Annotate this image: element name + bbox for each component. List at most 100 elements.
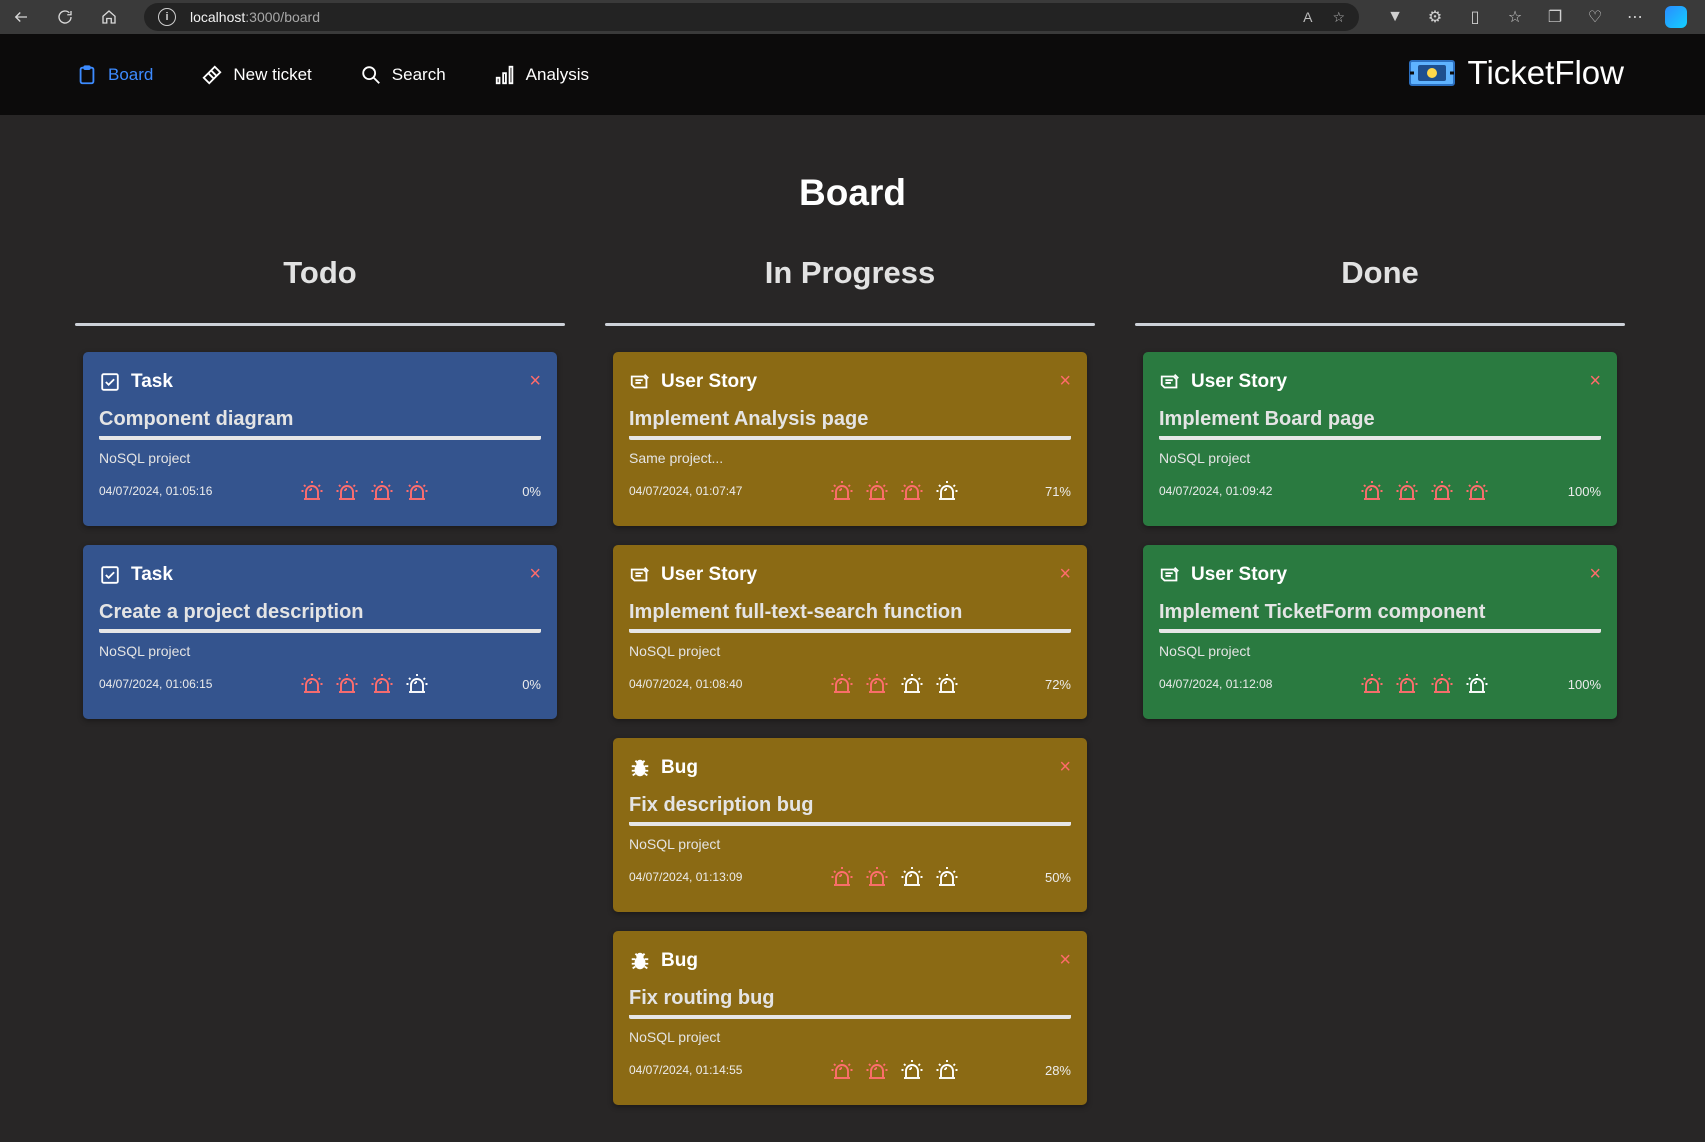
ticket-footer: 04/07/2024, 01:14:55 28% bbox=[629, 1057, 1071, 1083]
priority-siren-icon bbox=[934, 864, 960, 890]
nav-board-label: Board bbox=[108, 64, 154, 84]
delete-ticket-button[interactable]: × bbox=[1059, 563, 1071, 585]
nav-search-label: Search bbox=[391, 64, 446, 84]
priority-siren-icon bbox=[1359, 671, 1385, 697]
ticket-progress: 28% bbox=[1044, 1062, 1071, 1078]
ticket-card[interactable]: Bug × Fix routing bug NoSQL project 04/0… bbox=[613, 931, 1087, 1105]
ticket-card[interactable]: User Story × Implement full-text-search … bbox=[613, 545, 1087, 719]
ticket-card[interactable]: Bug × Fix description bug NoSQL project … bbox=[613, 738, 1087, 912]
vpn-icon[interactable]: ▼ bbox=[1385, 8, 1405, 26]
priority-siren-icon bbox=[404, 478, 430, 504]
priority-indicator bbox=[829, 1057, 960, 1083]
read-aloud-icon[interactable]: A bbox=[1303, 9, 1312, 26]
page-title: Board bbox=[799, 172, 906, 213]
ticket-progress: 71% bbox=[1044, 483, 1071, 499]
ticket-title[interactable]: Implement full-text-search function bbox=[629, 601, 1071, 633]
delete-ticket-button[interactable]: × bbox=[529, 370, 541, 392]
priority-siren-icon bbox=[829, 478, 855, 504]
site-info-icon[interactable]: i bbox=[158, 8, 176, 26]
address-bar[interactable]: i localhost:3000/board A ☆ bbox=[144, 3, 1359, 31]
ticket-description: NoSQL project bbox=[1159, 450, 1251, 466]
ticket-progress: 0% bbox=[522, 676, 541, 692]
nav-analysis[interactable]: Analysis bbox=[494, 64, 589, 86]
url-host: localhost bbox=[190, 9, 246, 25]
delete-ticket-button[interactable]: × bbox=[1059, 370, 1071, 392]
priority-siren-icon bbox=[899, 1057, 925, 1083]
ticket-date: 04/07/2024, 01:07:47 bbox=[629, 484, 743, 498]
priority-indicator bbox=[829, 864, 960, 890]
priority-siren-icon bbox=[864, 864, 890, 890]
priority-siren-icon bbox=[299, 478, 325, 504]
ticket-progress: 100% bbox=[1567, 483, 1601, 499]
delete-ticket-button[interactable]: × bbox=[529, 563, 541, 585]
ticket-date: 04/07/2024, 01:09:42 bbox=[1159, 484, 1273, 498]
ticket-progress: 0% bbox=[522, 483, 541, 499]
browser-essentials-icon[interactable]: ♡ bbox=[1585, 7, 1605, 27]
user-story-icon bbox=[629, 371, 651, 393]
ticket-progress: 100% bbox=[1567, 676, 1601, 692]
ticket-type-label: Bug bbox=[661, 950, 698, 971]
priority-siren-icon bbox=[899, 671, 925, 697]
app-navbar: Board New ticket Search Analysis TicketF… bbox=[0, 34, 1705, 115]
ticket-date: 04/07/2024, 01:14:55 bbox=[629, 1063, 743, 1077]
favorite-star-icon[interactable]: ☆ bbox=[1332, 9, 1345, 26]
ticket-card[interactable]: Task × Create a project description NoSQ… bbox=[83, 545, 557, 719]
priority-siren-icon bbox=[829, 1057, 855, 1083]
delete-ticket-button[interactable]: × bbox=[1059, 756, 1071, 778]
ticket-title[interactable]: Implement Analysis page bbox=[629, 408, 1071, 440]
favorites-icon[interactable]: ☆ bbox=[1505, 7, 1525, 27]
ticket-progress: 72% bbox=[1044, 676, 1071, 692]
home-icon[interactable] bbox=[96, 4, 122, 30]
ticket-footer: 04/07/2024, 01:09:42 100% bbox=[1159, 478, 1601, 504]
refresh-icon[interactable] bbox=[52, 4, 78, 30]
bug-icon bbox=[629, 950, 651, 972]
search-icon bbox=[362, 65, 380, 84]
ticket-description: NoSQL project bbox=[629, 1029, 721, 1045]
bug-icon bbox=[629, 757, 651, 779]
ticket-title[interactable]: Fix routing bug bbox=[629, 987, 1071, 1019]
delete-ticket-button[interactable]: × bbox=[1589, 563, 1601, 585]
ticket-card[interactable]: User Story × Implement TicketForm compon… bbox=[1143, 545, 1617, 719]
priority-indicator bbox=[299, 671, 430, 697]
ticket-type-label: User Story bbox=[1191, 371, 1288, 392]
priority-siren-icon bbox=[829, 671, 855, 697]
column-cards: User Story × Implement Analysis page Sam… bbox=[605, 326, 1095, 1105]
ticket-date: 04/07/2024, 01:06:15 bbox=[99, 677, 213, 691]
ticket-title[interactable]: Implement Board page bbox=[1159, 408, 1601, 440]
ticket-title[interactable]: Create a project description bbox=[99, 601, 541, 633]
priority-siren-icon bbox=[1464, 478, 1490, 504]
ticket-date: 04/07/2024, 01:05:16 bbox=[99, 484, 213, 498]
task-checkbox-icon bbox=[99, 371, 121, 393]
nav-search[interactable]: Search bbox=[360, 64, 446, 86]
ticket-card[interactable]: User Story × Implement Analysis page Sam… bbox=[613, 352, 1087, 526]
column-in-progress: In Progress User Story × Implement Analy… bbox=[605, 255, 1095, 1124]
column-cards: Task × Component diagram NoSQL project 0… bbox=[75, 326, 565, 719]
nav-new-ticket[interactable]: New ticket bbox=[201, 64, 312, 86]
ticket-footer: 04/07/2024, 01:12:08 100% bbox=[1159, 671, 1601, 697]
ticket-type-label: Bug bbox=[661, 757, 698, 778]
priority-siren-icon bbox=[1394, 478, 1420, 504]
priority-siren-icon bbox=[899, 478, 925, 504]
ticket-footer: 04/07/2024, 01:05:16 0% bbox=[99, 478, 541, 504]
copilot-icon[interactable] bbox=[1665, 6, 1687, 28]
ticket-title[interactable]: Component diagram bbox=[99, 408, 541, 440]
delete-ticket-button[interactable]: × bbox=[1589, 370, 1601, 392]
ticket-card[interactable]: Task × Component diagram NoSQL project 0… bbox=[83, 352, 557, 526]
ticket-card[interactable]: User Story × Implement Board page NoSQL … bbox=[1143, 352, 1617, 526]
collections-icon[interactable]: ❐ bbox=[1545, 7, 1565, 27]
nav-board[interactable]: Board bbox=[76, 64, 153, 86]
split-screen-icon[interactable]: ▯ bbox=[1465, 7, 1485, 27]
ticket-title[interactable]: Fix description bug bbox=[629, 794, 1071, 826]
priority-indicator bbox=[829, 478, 960, 504]
ticket-date: 04/07/2024, 01:12:08 bbox=[1159, 677, 1273, 691]
ticket-title[interactable]: Implement TicketForm component bbox=[1159, 601, 1601, 633]
extensions-icon[interactable]: ⚙ bbox=[1425, 7, 1445, 27]
brand[interactable]: TicketFlow bbox=[1408, 54, 1624, 92]
back-icon[interactable] bbox=[8, 4, 34, 30]
more-menu-icon[interactable]: ⋯ bbox=[1625, 7, 1645, 27]
brand-name: TicketFlow bbox=[1467, 54, 1624, 91]
ticket-type: Task bbox=[99, 370, 541, 394]
ticket-description: NoSQL project bbox=[99, 643, 191, 659]
delete-ticket-button[interactable]: × bbox=[1059, 949, 1071, 971]
priority-siren-icon bbox=[1464, 671, 1490, 697]
